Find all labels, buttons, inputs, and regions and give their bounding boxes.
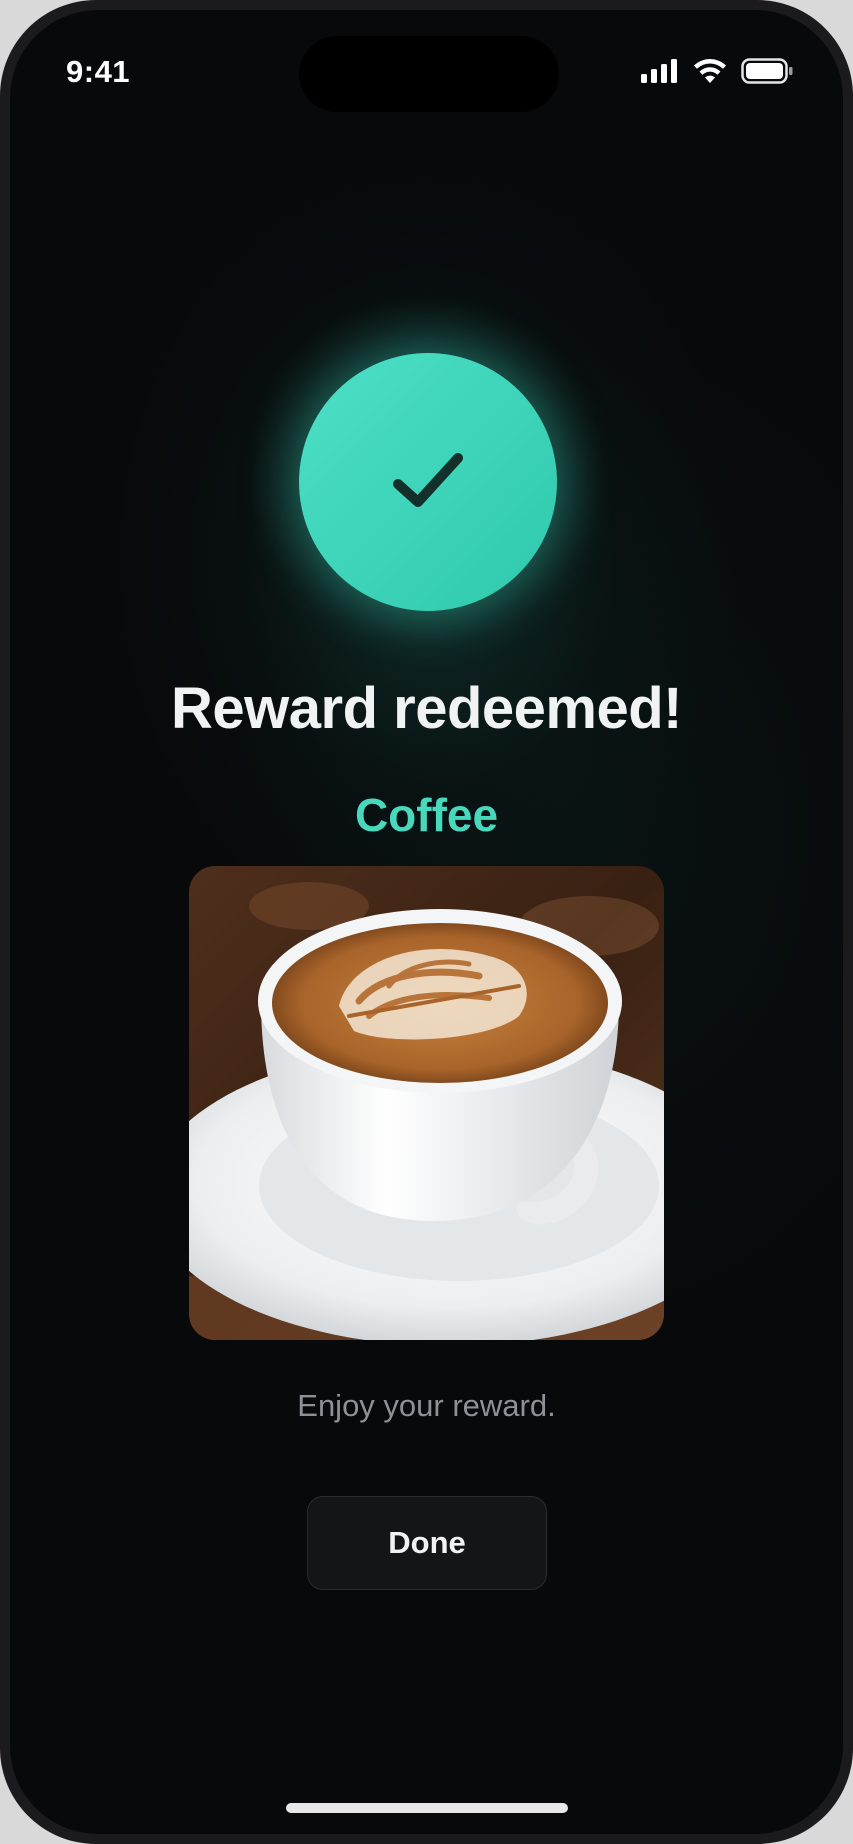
home-indicator[interactable] — [286, 1803, 568, 1813]
status-time: 9:41 — [66, 54, 131, 89]
checkmark-icon — [378, 430, 478, 535]
success-title: Reward redeemed! — [171, 676, 682, 741]
reward-image — [189, 866, 664, 1340]
battery-icon — [741, 58, 793, 89]
device-frame: 9:41 Reward redeemed! Coffee Enjoy your … — [0, 0, 853, 1844]
enjoy-message: Enjoy your reward. — [297, 1388, 556, 1423]
done-button[interactable]: Done — [307, 1496, 547, 1590]
success-badge — [299, 353, 557, 611]
status-icons — [641, 58, 793, 89]
dynamic-island — [299, 36, 559, 112]
screen: 9:41 Reward redeemed! Coffee Enjoy your … — [10, 10, 843, 1834]
cellular-signal-icon — [641, 59, 679, 88]
wifi-icon — [693, 58, 727, 89]
reward-name: Coffee — [354, 789, 499, 841]
